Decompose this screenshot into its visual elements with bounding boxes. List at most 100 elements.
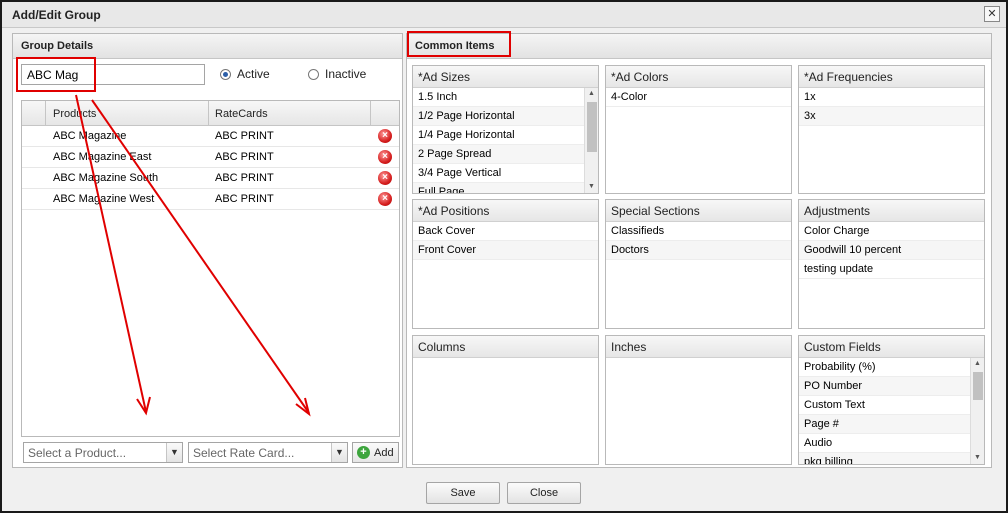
scroll-down-icon[interactable]: ▼ — [585, 181, 598, 193]
box-title: Adjustments — [804, 204, 871, 218]
inactive-radio-label: Inactive — [325, 67, 367, 81]
table-row[interactable]: ABC Magazine East ABC PRINT × — [22, 147, 399, 168]
list-item[interactable]: 1x — [799, 88, 984, 107]
box-title: Custom Fields — [804, 340, 881, 354]
list-item[interactable]: pkg billing — [799, 453, 970, 464]
name-highlight-box — [16, 57, 96, 92]
product-select[interactable]: Select a Product... ▼ — [23, 442, 183, 463]
list-item[interactable]: Front Cover — [413, 241, 598, 260]
list-item[interactable]: 1/2 Page Horizontal — [413, 107, 584, 126]
list-item[interactable]: 3x — [799, 107, 984, 126]
list-item[interactable]: 2 Page Spread — [413, 145, 584, 164]
special-sections-list[interactable]: Classifieds Doctors — [606, 222, 791, 328]
list-item[interactable]: 1/4 Page Horizontal — [413, 126, 584, 145]
scrollbar-thumb[interactable] — [587, 102, 597, 152]
scrollbar[interactable]: ▲ ▼ — [970, 358, 984, 464]
close-icon[interactable]: ✕ — [984, 6, 1000, 22]
list-item[interactable]: Custom Text — [799, 396, 970, 415]
chevron-down-icon[interactable]: ▼ — [331, 443, 347, 462]
list-item[interactable]: 4-Color — [606, 88, 791, 107]
ratecard-cell: ABC PRINT — [215, 193, 274, 205]
box-header: Inches — [606, 336, 791, 358]
scrollbar[interactable]: ▲ ▼ — [584, 88, 598, 193]
list-item[interactable]: Goodwill 10 percent — [799, 241, 984, 260]
inactive-radio[interactable] — [308, 69, 319, 80]
column-header-products[interactable]: Products — [53, 108, 96, 120]
common-items-highlight-box — [407, 31, 511, 57]
scroll-up-icon[interactable]: ▲ — [971, 358, 984, 370]
list-item[interactable]: Page # — [799, 415, 970, 434]
list-item[interactable]: Back Cover — [413, 222, 598, 241]
list-item[interactable]: 1.5 Inch — [413, 88, 584, 107]
active-radio[interactable] — [220, 69, 231, 80]
group-details-header: Group Details — [13, 34, 402, 59]
title-bar: Add/Edit Group ✕ — [2, 2, 1006, 28]
box-header: *Ad Positions — [413, 200, 598, 222]
list-item[interactable]: PO Number — [799, 377, 970, 396]
scroll-up-icon[interactable]: ▲ — [585, 88, 598, 100]
scrollbar-thumb[interactable] — [973, 372, 983, 400]
columns-box: Columns — [412, 335, 599, 465]
list-item[interactable]: Audio — [799, 434, 970, 453]
ad-frequencies-list[interactable]: 1x 3x — [799, 88, 984, 193]
ad-positions-box: *Ad Positions Back Cover Front Cover — [412, 199, 599, 329]
list-item[interactable]: Color Charge — [799, 222, 984, 241]
special-sections-box: Special Sections Classifieds Doctors — [605, 199, 792, 329]
scroll-down-icon[interactable]: ▼ — [971, 452, 984, 464]
ratecard-cell: ABC PRINT — [215, 130, 274, 142]
ad-frequencies-box: *Ad Frequencies 1x 3x — [798, 65, 985, 194]
custom-fields-list[interactable]: Probability (%) PO Number Custom Text Pa… — [799, 358, 970, 464]
adjustments-box: Adjustments Color Charge Goodwill 10 per… — [798, 199, 985, 329]
list-item[interactable]: Classifieds — [606, 222, 791, 241]
column-header-ratecards[interactable]: RateCards — [215, 108, 268, 120]
list-item[interactable]: Full Page — [413, 183, 584, 193]
box-title: Inches — [611, 340, 647, 354]
add-button-label: Add — [374, 447, 394, 459]
list-item[interactable]: Probability (%) — [799, 358, 970, 377]
list-item[interactable]: 3/4 Page Vertical — [413, 164, 584, 183]
ad-sizes-box: *Ad Sizes 1.5 Inch 1/2 Page Horizontal 1… — [412, 65, 599, 194]
product-select-value: Select a Product... — [28, 446, 127, 460]
box-header: Adjustments — [799, 200, 984, 222]
delete-icon[interactable]: × — [378, 150, 392, 164]
box-title: *Ad Sizes — [418, 70, 471, 84]
column-divider — [370, 101, 371, 126]
product-cell: ABC Magazine West — [53, 193, 155, 205]
delete-icon[interactable]: × — [378, 192, 392, 206]
box-header: Custom Fields — [799, 336, 984, 358]
list-item[interactable]: testing update — [799, 260, 984, 279]
product-cell: ABC Magazine — [53, 130, 127, 142]
box-title: *Ad Frequencies — [804, 70, 893, 84]
list-item[interactable]: Doctors — [606, 241, 791, 260]
product-cell: ABC Magazine East — [53, 151, 152, 163]
ratecard-select[interactable]: Select Rate Card... ▼ — [188, 442, 348, 463]
group-details-title: Group Details — [21, 40, 94, 52]
ad-sizes-list[interactable]: 1.5 Inch 1/2 Page Horizontal 1/4 Page Ho… — [413, 88, 584, 193]
table-row[interactable]: ABC Magazine South ABC PRINT × — [22, 168, 399, 189]
adjustments-list[interactable]: Color Charge Goodwill 10 percent testing… — [799, 222, 984, 328]
dialog-title: Add/Edit Group — [12, 8, 101, 22]
table-row[interactable]: ABC Magazine ABC PRINT × — [22, 126, 399, 147]
box-header: *Ad Frequencies — [799, 66, 984, 88]
save-button[interactable]: Save — [426, 482, 500, 504]
close-button[interactable]: Close — [507, 482, 581, 504]
delete-icon[interactable]: × — [378, 171, 392, 185]
table-row[interactable]: ABC Magazine West ABC PRINT × — [22, 189, 399, 210]
box-header: *Ad Sizes — [413, 66, 598, 88]
box-title: Special Sections — [611, 204, 700, 218]
columns-list[interactable] — [413, 358, 598, 464]
grid-header: Products RateCards — [22, 101, 399, 126]
inches-list[interactable] — [606, 358, 791, 464]
ad-positions-list[interactable]: Back Cover Front Cover — [413, 222, 598, 328]
add-button[interactable]: + Add — [352, 442, 399, 463]
ad-colors-list[interactable]: 4-Color — [606, 88, 791, 193]
group-details-panel: Group Details Active Inactive Products R… — [12, 33, 403, 468]
box-header: Special Sections — [606, 200, 791, 222]
inches-box: Inches — [605, 335, 792, 465]
delete-icon[interactable]: × — [378, 129, 392, 143]
active-radio-label: Active — [237, 67, 270, 81]
ad-colors-box: *Ad Colors 4-Color — [605, 65, 792, 194]
box-title: Columns — [418, 340, 466, 354]
chevron-down-icon[interactable]: ▼ — [166, 443, 182, 462]
box-title: *Ad Positions — [418, 204, 490, 218]
